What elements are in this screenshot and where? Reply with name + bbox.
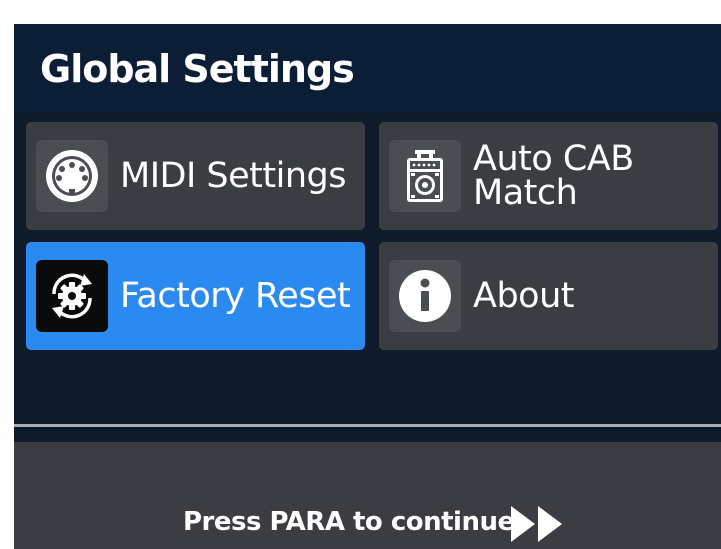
fast-forward-icon [511,506,562,542]
menu-item-factory-reset[interactable]: Factory Reset [26,242,365,350]
menu-item-label: Factory Reset [120,276,351,316]
device-screen: Global Settings MIDI Settings Auto CAB M… [14,24,721,549]
header-bar: Global Settings [14,24,721,112]
menu-item-midi-settings[interactable]: MIDI Settings [26,122,365,230]
midi-din-icon [36,140,108,212]
continue-hint: Press PARA to continue [183,507,515,537]
info-icon [389,260,461,332]
factory-reset-gear-icon [36,260,108,332]
menu-item-label: About [473,276,574,316]
page-title: Global Settings [40,47,355,91]
menu-item-label: MIDI Settings [120,156,346,196]
menu-item-about[interactable]: About [379,242,718,350]
menu-item-auto-cab-match[interactable]: Auto CAB Match [379,122,718,230]
menu-item-label: Auto CAB Match [473,139,634,213]
divider [14,424,721,427]
speaker-cabinet-icon [389,140,461,212]
footer-bar: Press PARA to continue [14,442,721,549]
